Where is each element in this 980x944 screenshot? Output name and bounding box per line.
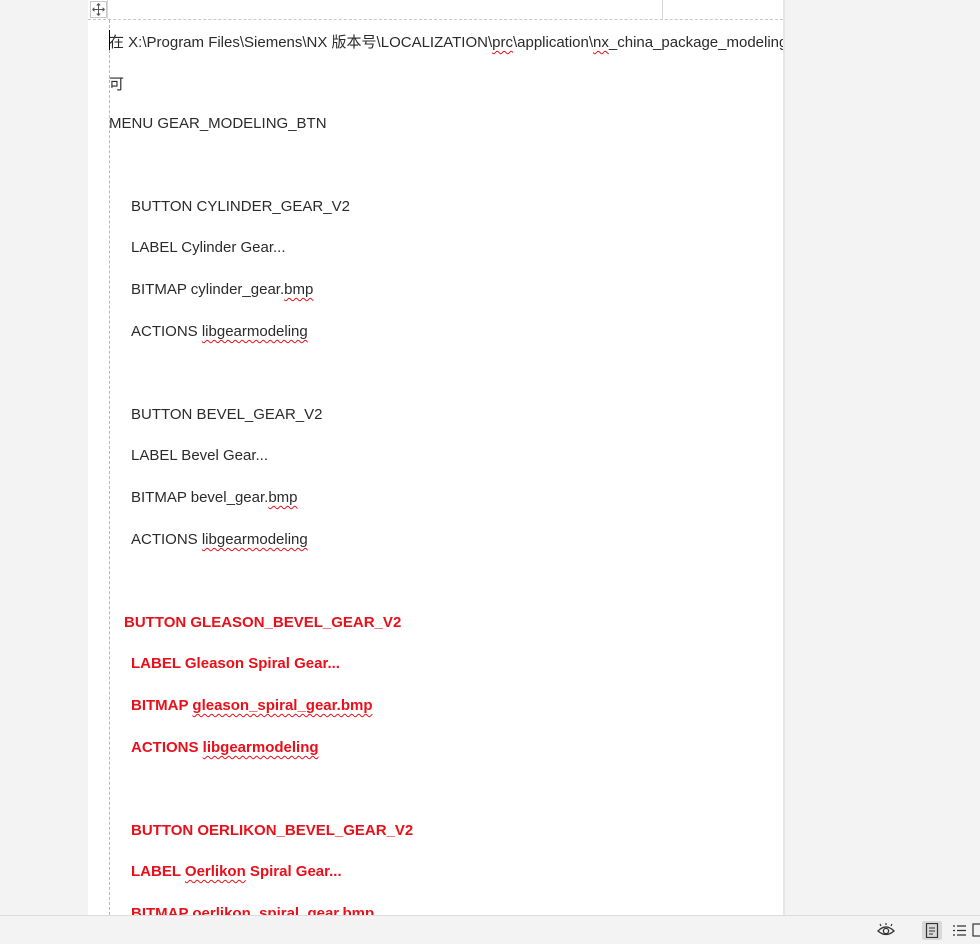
outline-view-icon[interactable] (950, 922, 968, 938)
table-move-handle-icon[interactable] (90, 1, 107, 18)
table-column-divider[interactable] (662, 0, 663, 19)
cylinder-actions-line: ACTIONS libgearmodeling (131, 323, 308, 340)
gleason-button-line: BUTTON GLEASON_BEVEL_GEAR_V2 (124, 614, 402, 631)
bevel-bitmap-line: BITMAP bevel_gear.bmp (131, 489, 298, 506)
left-margin-guide (109, 20, 110, 915)
page-edge-shadow (783, 0, 785, 915)
path-line: 在 X:\Program Files\Siemens\NX 版本号\LOCALI… (109, 34, 783, 51)
gleason-actions-line: ACTIONS libgearmodeling (131, 739, 319, 756)
eye-protection-icon[interactable] (877, 922, 895, 938)
status-bar (0, 915, 980, 944)
page-view-icon[interactable] (922, 921, 942, 940)
bevel-label-line: LABEL Bevel Gear... (131, 447, 269, 464)
web-layout-icon[interactable] (972, 922, 980, 938)
oerlikon-label-line: LABEL Oerlikon Spiral Gear... (131, 863, 342, 880)
cylinder-label-line: LABEL Cylinder Gear... (131, 239, 286, 256)
bevel-actions-line: ACTIONS libgearmodeling (131, 531, 308, 548)
cylinder-bitmap-line: BITMAP cylinder_gear.bmp (131, 281, 314, 298)
menu-line: MENU GEAR_MODELING_BTN (109, 115, 327, 132)
cylinder-button-line: BUTTON CYLINDER_GEAR_V2 (131, 198, 350, 215)
line-ke: 可 (109, 76, 125, 93)
gleason-label-line: LABEL Gleason Spiral Gear... (131, 655, 340, 672)
bevel-button-line: BUTTON BEVEL_GEAR_V2 (131, 406, 323, 423)
gleason-bitmap-line: BITMAP gleason_spiral_gear.bmp (131, 697, 373, 714)
top-margin-guide (88, 19, 783, 20)
table-cell-border (107, 0, 783, 19)
document-page[interactable]: 在 X:\Program Files\Siemens\NX 版本号\LOCALI… (88, 0, 783, 915)
oerlikon-button-line: BUTTON OERLIKON_BEVEL_GEAR_V2 (131, 822, 414, 839)
oerlikon-bitmap-line: BITMAP oerlikon_spiral_gear.bmp (131, 905, 375, 915)
